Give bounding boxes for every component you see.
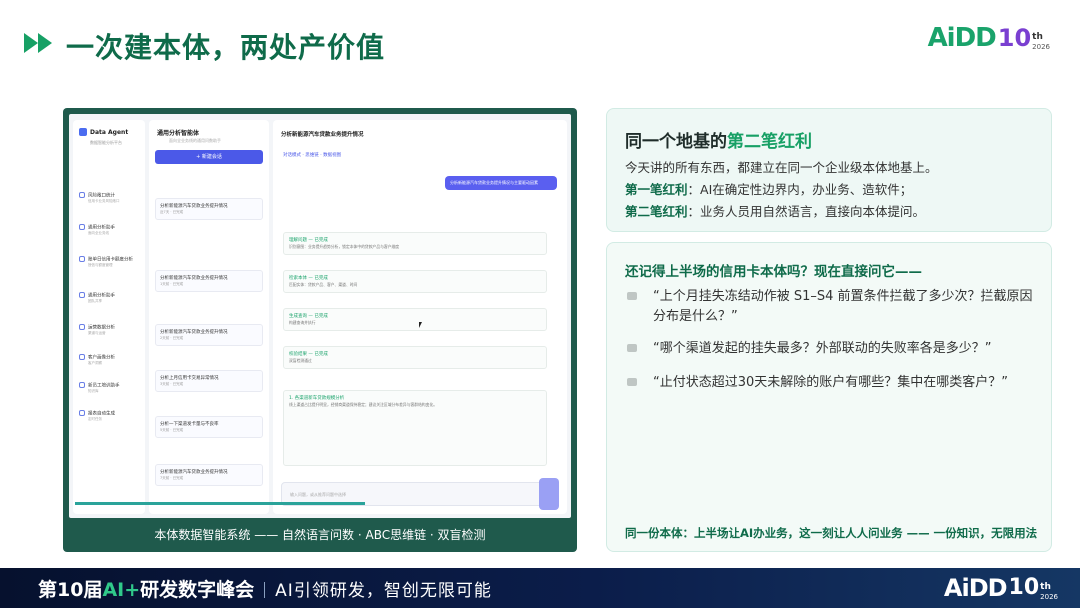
reasoning-step-card[interactable]: 生成查询 — 已完成 构建查询并执行 [283, 308, 547, 331]
speech-bubble-icon [627, 344, 637, 352]
speech-bubble-icon [627, 292, 637, 300]
questions-panel: 还记得上半场的信用卡本体吗？现在直接问它—— “上个月挂失冻结动作被 S1–S4… [606, 242, 1052, 552]
agent-icon [79, 382, 85, 388]
list-item[interactable]: 分析新能源汽车贷款业务提升情况 近7天 · 已完成 [155, 198, 263, 220]
chat-tabs[interactable]: 对话模式 · 思维链 · 数据视图 [283, 152, 341, 158]
video-progress-bar[interactable] [75, 502, 365, 505]
app-brand: Data Agent [79, 128, 128, 136]
speech-bubble-icon [627, 378, 637, 386]
reasoning-step-card[interactable]: 理解问题 — 已完成 识别意图：业务提升趋势分析，锁定本体中的贷款产品与客户维度 [283, 232, 547, 255]
list-item[interactable]: 分析上月信用卡交易异常情况 3天前 · 已完成 [155, 370, 263, 392]
second-dividend-line: 第二笔红利：业务人员用自然语言，直接向本体提问。 [625, 204, 926, 219]
logo-year: 2026 [1032, 43, 1050, 51]
example-question: “哪个渠道发起的挂失最多？外部联动的失败率各是多少？” [627, 339, 1043, 359]
double-play-arrow-icon [24, 33, 52, 53]
brand-logo-icon [79, 128, 87, 136]
chat-panel: 分析新能源汽车贷款业务提升情况 对话模式 · 思维链 · 数据视图 分析新能源汽… [273, 120, 567, 514]
page-title: 一次建本体，两处产价值 [66, 31, 386, 64]
list-subtitle: 面向全业务线的通用问数助手 [169, 138, 221, 143]
aidd-logo-footer: AiDD 10 th 2026 [943, 574, 1058, 602]
sidebar-item[interactable]: 通用分析助手 面向全业务线 [79, 224, 141, 236]
list-item[interactable]: 分析一下渠道发卡量与不良率 5天前 · 已完成 [155, 416, 263, 438]
agent-icon [79, 224, 85, 230]
footer-banner: 第10届AI+研发数字峰会 AI引领研发，智创无限可能 AiDD 10 th 20… [0, 568, 1080, 608]
agent-icon [79, 292, 85, 298]
list-item[interactable]: 分析新能源汽车贷款业务提升情况 7天前 · 已完成 [155, 464, 263, 486]
aidd-logo: AiDD 10 th 2026 [928, 24, 1050, 52]
intro-line: 今天讲的所有东西，都建立在同一个企业级本体地基上。 [625, 160, 938, 175]
brand-subtitle: 数据智能分析平台 [90, 140, 122, 145]
send-button[interactable] [539, 478, 559, 510]
analysis-result-card[interactable]: 1. 各渠道新车贷款规模分析 线上渠道占比提升明显，经销商渠道保持稳定；建议关注区… [283, 390, 547, 466]
dividend-panel: 同一个地基的第二笔红利 今天讲的所有东西，都建立在同一个企业级本体地基上。 第一… [606, 108, 1052, 232]
panel-footer-note: 同一份本体：上半场让AI办业务，这一刻让人人问业务 —— 一份知识，无限用法 [625, 526, 1038, 540]
sidebar-item[interactable]: 报表自动生成 定时任务 [79, 410, 141, 422]
list-item[interactable]: 分析新能源汽车贷款业务提升情况 1天前 · 已完成 [155, 270, 263, 292]
divider [264, 582, 266, 598]
sidebar-item[interactable]: 新员工培训助手 知识库 [79, 382, 141, 394]
app-window: Data Agent 数据智能分析平台 风险敞口统计 信用卡业务风险敞口 通用分析… [69, 114, 571, 518]
sidebar-item[interactable]: 账单日信用卡额度分析 授信与额度管理 [79, 256, 141, 268]
chat-title: 分析新能源汽车贷款业务提升情况 [281, 132, 364, 138]
sidebar-item[interactable]: 运营数据分析 渠道与运营 [79, 324, 141, 336]
logo-main-text: AiDD [927, 23, 997, 53]
new-conversation-button[interactable]: + 新建会话 [155, 150, 263, 164]
brand-name: Data Agent [90, 128, 129, 136]
first-dividend-line: 第一笔红利：AI在确定性边界内，办业务、造软件； [625, 182, 913, 197]
progress-fill [75, 502, 365, 505]
conversation-list: 通用分析智能体 面向全业务线的通用问数助手 + 新建会话 分析新能源汽车贷款业务… [149, 120, 269, 514]
user-message: 分析新能源汽车贷款业务提升情况与主要驱动因素 [445, 176, 557, 190]
agent-icon [79, 324, 85, 330]
panel-title: 还记得上半场的信用卡本体吗？现在直接问它—— [625, 264, 922, 280]
list-item[interactable]: 分析新能源汽车贷款业务提升情况 2天前 · 已完成 [155, 324, 263, 346]
sidebar-item[interactable]: 风险敞口统计 信用卡业务风险敞口 [79, 192, 141, 204]
screenshot-caption: 本体数据智能系统 —— 自然语言问数 · ABC思维链 · 双盲检测 [154, 528, 486, 542]
logo-number: 10 [997, 24, 1032, 52]
list-title: 通用分析智能体 [157, 130, 200, 137]
title-highlight: 第二笔红利 [727, 132, 812, 152]
event-name: 第10届AI+研发数字峰会 AI引领研发，智创无限可能 [38, 579, 492, 601]
agent-icon [79, 354, 85, 360]
agent-icon [79, 410, 85, 416]
reasoning-step-card[interactable]: 检索本体 — 已完成 匹配实体：贷款产品、客户、渠道、时间 [283, 270, 547, 293]
mouse-cursor-icon [419, 322, 422, 328]
logo-suffix: th [1032, 32, 1043, 42]
example-question: “止付状态超过30天未解除的账户有哪些？集中在哪类客户？” [627, 373, 1043, 393]
event-slogan: AI引领研发，智创无限可能 [275, 581, 492, 601]
reasoning-step-card[interactable]: 校验结果 — 已完成 双盲检测通过 [283, 346, 547, 369]
agent-icon [79, 256, 85, 262]
app-sidebar: Data Agent 数据智能分析平台 风险敞口统计 信用卡业务风险敞口 通用分析… [73, 120, 145, 514]
product-screenshot: Data Agent 数据智能分析平台 风险敞口统计 信用卡业务风险敞口 通用分析… [63, 108, 577, 552]
agent-icon [79, 192, 85, 198]
example-question: “上个月挂失冻结动作被 S1–S4 前置条件拦截了多少次？拦截原因分布是什么？” [627, 287, 1043, 327]
panel-title: 同一个地基的第二笔红利 [625, 132, 812, 152]
sidebar-item[interactable]: 通用分析助手 团队共享 [79, 292, 141, 304]
sidebar-item[interactable]: 客户画像分析 客户洞察 [79, 354, 141, 366]
